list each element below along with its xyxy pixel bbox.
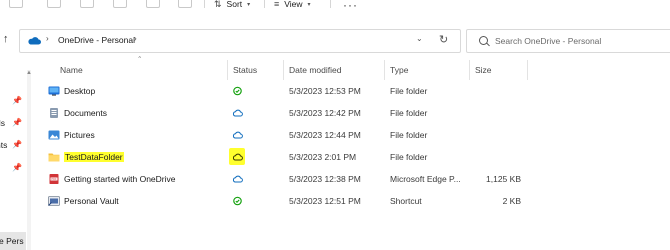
search-icon (479, 36, 488, 45)
toolbar-divider (204, 0, 205, 8)
address-bar[interactable]: › OneDrive - Personal › ⌄ ↻ (19, 29, 461, 53)
onedrive-cloud-icon (28, 37, 41, 45)
pin-icon: 📌 (12, 96, 22, 105)
file-row-pictures[interactable]: Pictures 5/3/2023 12:44 PM File folder (44, 124, 670, 146)
file-date-modified: 5/3/2023 12:51 PM (289, 196, 361, 206)
view-icon: ≡ (274, 0, 280, 9)
column-header-date-modified[interactable]: Date modified (289, 65, 341, 75)
breadcrumb-separator[interactable]: › (134, 34, 137, 43)
file-date-modified: 5/3/2023 12:42 PM (289, 108, 361, 118)
file-size: 1,125 KB (486, 174, 521, 184)
online-cloud-icon (232, 109, 243, 117)
rename-icon[interactable] (146, 0, 160, 8)
online-cloud-icon (232, 175, 243, 183)
file-date-modified: 5/3/2023 2:01 PM (289, 152, 357, 162)
file-type: File folder (390, 152, 428, 162)
pictures-folder-icon (48, 130, 60, 140)
nav-item-partial-1[interactable]: ds (0, 118, 5, 128)
file-date-modified: 5/3/2023 12:53 PM (289, 86, 361, 96)
file-row-personal-vault[interactable]: Personal Vault 5/3/2023 12:51 PM Shortcu… (44, 190, 670, 212)
file-name[interactable]: TestDataFolder (64, 146, 124, 168)
file-name-highlighted: TestDataFolder (64, 152, 124, 162)
delete-icon[interactable] (178, 0, 192, 8)
file-row-desktop[interactable]: Desktop 5/3/2023 12:53 PM File folder (44, 80, 670, 102)
see-more-button[interactable]: ··· (343, 0, 358, 12)
breadcrumb-separator[interactable]: › (46, 34, 49, 43)
available-check-icon (233, 86, 242, 96)
vault-shortcut-icon (48, 196, 60, 206)
chevron-down-icon: ▾ (307, 1, 311, 8)
nav-item-partial-2[interactable]: nts (0, 140, 7, 150)
view-label: View (284, 0, 303, 9)
pdf-icon: PDF (49, 174, 59, 184)
cut-icon[interactable] (47, 0, 61, 8)
column-header-name[interactable]: Name (60, 65, 83, 75)
search-input[interactable]: Search OneDrive - Personal (495, 36, 601, 46)
svg-text:PDF: PDF (51, 177, 57, 181)
file-row-testdatafolder[interactable]: TestDataFolder 5/3/2023 2:01 PM File fol… (44, 146, 670, 168)
file-type: Shortcut (390, 196, 422, 206)
file-date-modified: 5/3/2023 12:44 PM (289, 130, 361, 140)
column-divider[interactable] (227, 60, 228, 80)
file-name[interactable]: Desktop (64, 80, 95, 102)
sort-icon: ⇅ (214, 0, 222, 9)
online-cloud-icon (232, 153, 243, 161)
view-button[interactable]: ≡ View ▾ (274, 0, 311, 10)
pin-icon: 📌 (12, 163, 22, 172)
column-divider[interactable] (469, 60, 470, 80)
sort-label: Sort (226, 0, 243, 9)
toolbar-divider (264, 0, 265, 8)
pin-icon: 📌 (12, 140, 22, 149)
column-header-type[interactable]: Type (390, 65, 408, 75)
new-icon[interactable] (9, 0, 23, 8)
column-divider[interactable] (527, 60, 528, 80)
chevron-down-icon: ▾ (247, 1, 251, 8)
nav-scrollbar[interactable] (27, 70, 31, 250)
documents-folder-icon (50, 108, 58, 118)
command-bar: ⇅ Sort ▾ ≡ View ▾ ··· (0, 0, 670, 18)
up-arrow-icon[interactable]: ↑ (3, 33, 13, 45)
online-cloud-icon (232, 131, 243, 139)
file-row-documents[interactable]: Documents 5/3/2023 12:42 PM File folder (44, 102, 670, 124)
file-type: File folder (390, 108, 428, 118)
column-header-status[interactable]: Status (233, 65, 257, 75)
file-type: File folder (390, 86, 428, 96)
file-size: 2 KB (502, 196, 521, 206)
sort-button[interactable]: ⇅ Sort ▾ (214, 0, 250, 10)
column-divider[interactable] (283, 60, 284, 80)
file-name[interactable]: Documents (64, 102, 107, 124)
toolbar-divider (330, 0, 331, 8)
file-row-getting-started[interactable]: PDF Getting started with OneDrive 5/3/20… (44, 168, 670, 190)
scroll-up-icon[interactable]: ▲ (26, 70, 32, 76)
paste-icon[interactable] (113, 0, 127, 8)
folder-icon (48, 153, 60, 162)
column-divider[interactable] (384, 60, 385, 80)
file-name[interactable]: Personal Vault (64, 190, 119, 212)
file-name[interactable]: Pictures (64, 124, 95, 146)
file-type: File folder (390, 130, 428, 140)
sort-ascending-icon: ⌃ (137, 56, 143, 63)
search-box[interactable]: Search OneDrive - Personal (466, 29, 670, 53)
nav-item-partial-3[interactable]: e Pers (0, 236, 24, 246)
file-date-modified: 5/3/2023 12:38 PM (289, 174, 361, 184)
file-name[interactable]: Getting started with OneDrive (64, 168, 176, 190)
available-check-icon (233, 196, 242, 206)
desktop-folder-icon (48, 86, 60, 96)
breadcrumb-onedrive-personal[interactable]: OneDrive - Personal (58, 35, 135, 45)
pin-icon: 📌 (12, 118, 22, 127)
copy-icon[interactable] (80, 0, 94, 8)
refresh-icon[interactable]: ↻ (439, 33, 448, 46)
address-history-dropdown-icon[interactable]: ⌄ (416, 34, 423, 43)
column-header-size[interactable]: Size (475, 65, 492, 75)
